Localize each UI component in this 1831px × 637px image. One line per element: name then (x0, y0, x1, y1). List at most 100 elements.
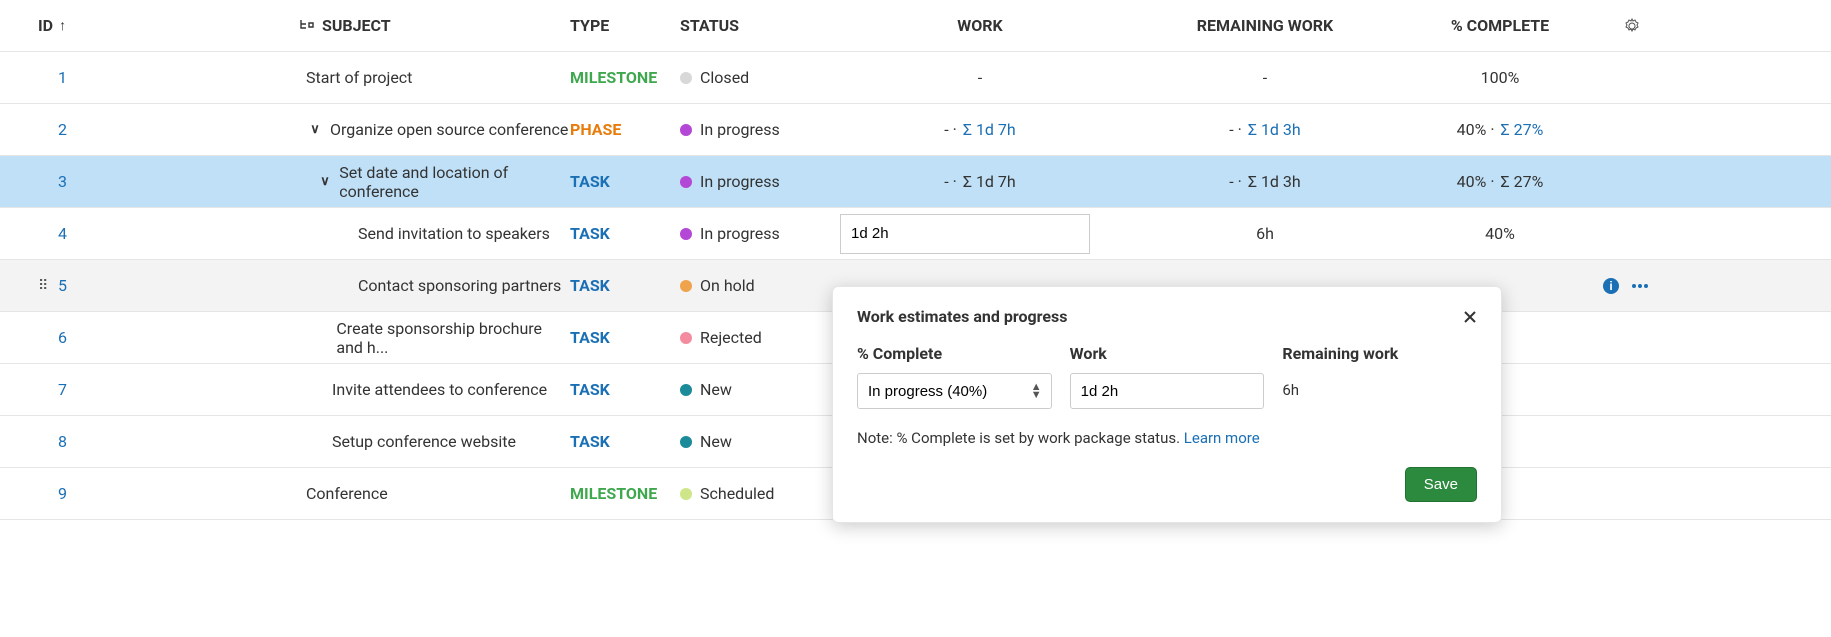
table-header-row: ID ↑ SUBJECT TYPE STATUS WORK REMAINING … (0, 0, 1831, 52)
table-row[interactable]: 3 ∨ Set date and location of conferenceTAS… (0, 156, 1831, 208)
percent-complete-select[interactable] (857, 373, 1052, 409)
popup-remaining-value: 6h (1282, 373, 1477, 399)
work-estimates-popup: Work estimates and progress % Complete ▲… (832, 286, 1502, 523)
remaining-prefix: - · (1229, 120, 1242, 139)
column-header-subject[interactable]: SUBJECT (150, 16, 570, 35)
subject-text: Conference (306, 484, 388, 503)
complete-sigma: Σ 27% (1501, 172, 1544, 191)
cell-subject[interactable]: Invite attendees to conference (150, 380, 570, 399)
cell-status[interactable]: New (680, 432, 840, 451)
status-dot-icon (680, 228, 692, 240)
cell-type[interactable]: MILESTONE (570, 484, 680, 503)
drag-handle-icon[interactable]: ⠿ (38, 278, 52, 294)
cell-subject[interactable]: Create sponsorship brochure and h... (150, 319, 570, 357)
cell-type[interactable]: TASK (570, 380, 680, 399)
gear-icon[interactable] (1624, 18, 1640, 34)
column-header-status[interactable]: STATUS (680, 16, 840, 35)
work-sigma[interactable]: Σ 1d 7h (963, 120, 1016, 139)
hierarchy-icon[interactable] (300, 19, 314, 33)
work-package-id-link[interactable]: 5 (58, 276, 67, 295)
cell-work[interactable]: - · Σ 1d 7h (840, 120, 1120, 139)
remaining-sigma[interactable]: Σ 1d 3h (1248, 120, 1301, 139)
work-text: - (978, 68, 982, 87)
header-subject-label: SUBJECT (322, 16, 391, 35)
popup-field-remaining: Remaining work 6h (1282, 344, 1477, 409)
learn-more-link[interactable]: Learn more (1184, 429, 1260, 447)
cell-type[interactable]: TASK (570, 224, 680, 243)
remaining-text: - (1263, 68, 1267, 87)
column-header-work[interactable]: WORK (840, 16, 1120, 35)
work-package-id-link[interactable]: 7 (58, 380, 67, 399)
cell-complete[interactable]: 40% · Σ 27% (1410, 120, 1590, 139)
work-package-id-link[interactable]: 1 (58, 68, 67, 87)
cell-subject[interactable]: ∨Organize open source conference (150, 120, 570, 139)
cell-complete[interactable]: 40% (1410, 224, 1590, 243)
cell-status[interactable]: In progress (680, 224, 840, 243)
cell-remaining[interactable]: - · Σ 1d 3h (1120, 120, 1410, 139)
cell-type[interactable]: TASK (570, 328, 680, 347)
cell-status[interactable]: In progress (680, 120, 840, 139)
work-package-id-link[interactable]: 2 (58, 120, 67, 139)
cell-status[interactable]: Rejected (680, 328, 840, 347)
more-icon[interactable] (1630, 277, 1650, 295)
cell-complete[interactable]: 100% (1410, 68, 1590, 87)
cell-subject[interactable]: Conference (150, 484, 570, 503)
complete-prefix: 40% · (1457, 120, 1495, 139)
cell-remaining[interactable]: 6h (1120, 224, 1410, 243)
cell-type[interactable]: TASK (570, 276, 680, 295)
table-row[interactable]: 1 Start of projectMILESTONE Closed - - 100% (0, 52, 1831, 104)
column-header-type[interactable]: TYPE (570, 16, 680, 35)
svg-text:i: i (1609, 279, 1612, 293)
cell-subject[interactable]: Send invitation to speakers (150, 224, 570, 243)
cell-type[interactable]: TASK (570, 432, 680, 451)
cell-work[interactable]: - ·Σ 1d 7h (840, 172, 1120, 191)
remaining-prefix: - · (1229, 172, 1242, 191)
column-header-id[interactable]: ID ↑ (10, 16, 150, 35)
close-icon[interactable] (1463, 310, 1477, 324)
cell-actions: i (1590, 277, 1650, 295)
complete-text: 40% (1485, 224, 1515, 243)
save-button[interactable]: Save (1405, 467, 1477, 502)
cell-status[interactable]: Scheduled (680, 484, 840, 503)
cell-id: 3 (10, 172, 150, 191)
cell-subject[interactable]: Contact sponsoring partners (150, 276, 570, 295)
work-package-id-link[interactable]: 9 (58, 484, 67, 503)
cell-subject[interactable]: Setup conference website (150, 432, 570, 451)
cell-type[interactable]: TASK (570, 172, 680, 191)
cell-type[interactable]: PHASE (570, 120, 680, 139)
cell-status[interactable]: In progress (680, 172, 840, 191)
cell-complete[interactable]: 40% ·Σ 27% (1410, 172, 1590, 191)
work-input[interactable] (1070, 373, 1265, 409)
cell-status[interactable]: New (680, 380, 840, 399)
status-text: Closed (700, 68, 749, 87)
column-header-remaining[interactable]: REMAINING WORK (1120, 16, 1410, 35)
cell-remaining[interactable]: - (1120, 68, 1410, 87)
table-row[interactable]: 2 ∨Organize open source conferencePHASE In… (0, 104, 1831, 156)
cell-work[interactable] (840, 214, 1120, 254)
work-prefix: - · (944, 120, 957, 139)
status-text: On hold (700, 276, 755, 295)
column-header-complete[interactable]: % COMPLETE (1410, 16, 1590, 35)
status-text: In progress (700, 120, 780, 139)
status-dot-icon (680, 488, 692, 500)
subject-text: Set date and location of conference (339, 163, 570, 201)
work-package-id-link[interactable]: 8 (58, 432, 67, 451)
chevron-down-icon[interactable]: ∨ (306, 122, 324, 137)
cell-remaining[interactable]: - ·Σ 1d 3h (1120, 172, 1410, 191)
work-inline-input[interactable] (840, 214, 1090, 254)
cell-subject[interactable]: Start of project (150, 68, 570, 87)
work-package-id-link[interactable]: 3 (58, 172, 67, 191)
subject-text: Invite attendees to conference (332, 380, 547, 399)
subject-text: Create sponsorship brochure and h... (336, 319, 570, 357)
work-package-id-link[interactable]: 4 (58, 224, 67, 243)
cell-type[interactable]: MILESTONE (570, 68, 680, 87)
work-package-id-link[interactable]: 6 (58, 328, 67, 347)
chevron-down-icon[interactable]: ∨ (317, 174, 333, 189)
cell-status[interactable]: On hold (680, 276, 840, 295)
cell-status[interactable]: Closed (680, 68, 840, 87)
cell-work[interactable]: - (840, 68, 1120, 87)
cell-subject[interactable]: ∨ Set date and location of conference (150, 163, 570, 201)
table-row[interactable]: 4 Send invitation to speakersTASKIn progr… (0, 208, 1831, 260)
complete-sigma[interactable]: Σ 27% (1501, 120, 1544, 139)
info-icon[interactable]: i (1602, 277, 1620, 295)
